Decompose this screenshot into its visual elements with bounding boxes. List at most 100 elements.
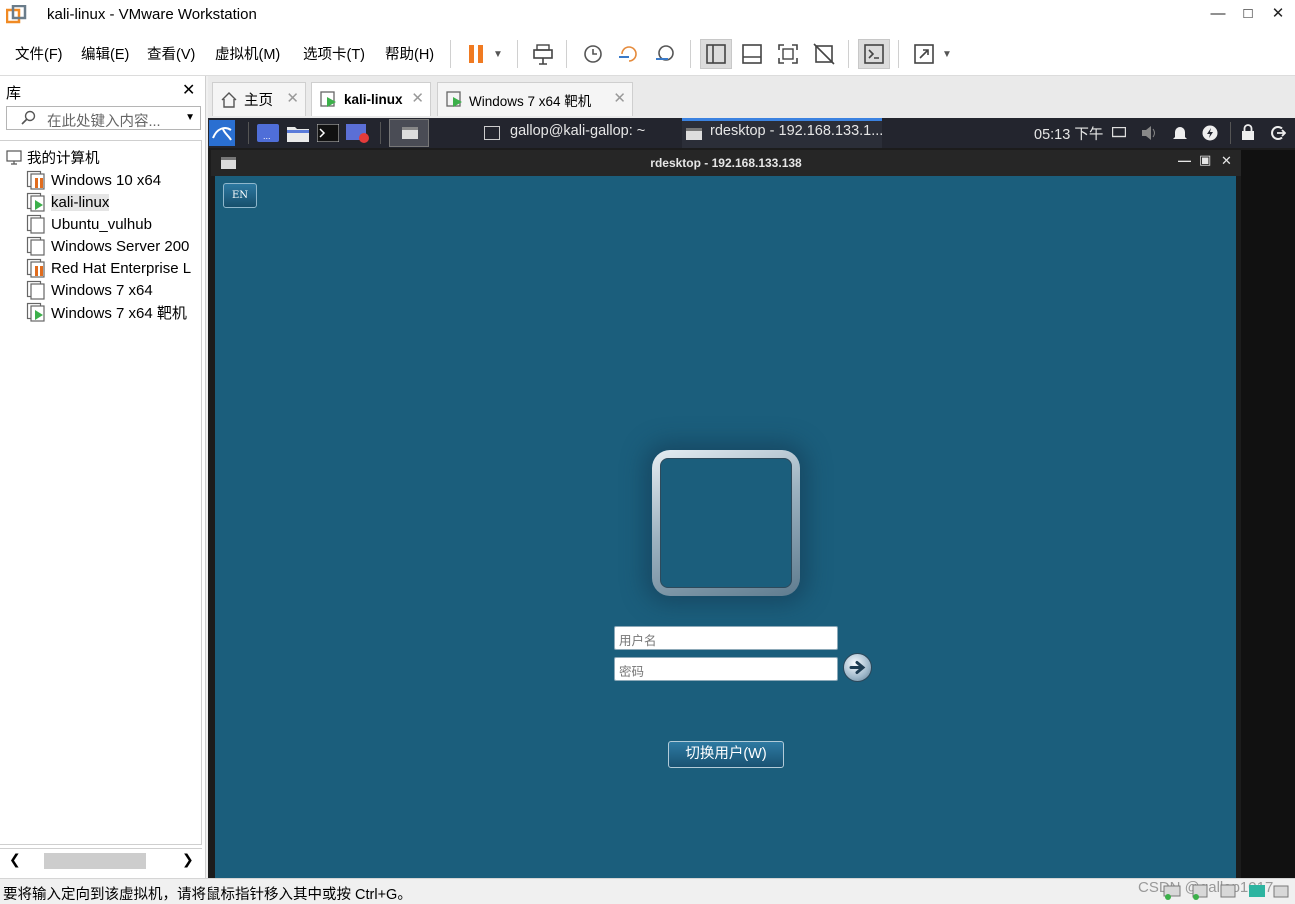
workspace-switcher[interactable] (389, 119, 429, 147)
network-status-icon[interactable] (1162, 883, 1184, 901)
vm-console[interactable]: ... gallop@kali-gallop: ~ rdesktop - 192… (208, 118, 1295, 878)
minimize-button[interactable]: — (1208, 4, 1228, 24)
snapshot-clock-icon (584, 45, 602, 63)
full-screen-button[interactable] (772, 39, 804, 69)
window-title: kali-linux - VMware Workstation (47, 6, 257, 23)
library-close-icon[interactable]: ✕ (182, 80, 195, 100)
computer-icon (6, 149, 22, 165)
search-placeholder: 在此处键入内容... (47, 114, 161, 130)
library-panel: 库 ✕ 在此处键入内容... ▼ 我的计算机 Windows 10 x64 kal… (0, 76, 206, 878)
lock-icon[interactable] (1241, 124, 1255, 140)
rdesktop-titlebar[interactable]: rdesktop - 192.168.133.138 — ▣ ✕ (211, 150, 1241, 176)
terminal-app-icon[interactable] (317, 124, 339, 142)
arrow-right-icon (849, 661, 866, 674)
stretch-guest-button[interactable] (908, 39, 940, 69)
rdesktop-window[interactable]: rdesktop - 192.168.133.138 — ▣ ✕ EN 用户名 … (211, 150, 1241, 878)
logout-icon[interactable] (1270, 125, 1286, 141)
send-ctrl-alt-del-button[interactable] (527, 39, 559, 69)
display-status-icon[interactable] (1246, 883, 1268, 901)
taskbar-terminal[interactable]: gallop@kali-gallop: ~ (463, 118, 673, 148)
library-search-input[interactable]: 在此处键入内容... ▼ (6, 106, 201, 130)
window-small-icon (686, 128, 702, 140)
chevron-down-icon[interactable]: ▼ (185, 112, 195, 123)
message-status-icon[interactable] (1272, 883, 1290, 901)
menu-file[interactable]: 文件(F) (15, 43, 63, 64)
menu-toolbar: 文件(F) 编辑(E) 查看(V) 虚拟机(M) 选项卡(T) 帮助(H) ▼ … (0, 32, 1295, 76)
keyboard-icon (533, 44, 553, 65)
maximize-button[interactable]: □ (1238, 4, 1258, 24)
menu-view[interactable]: 查看(V) (147, 43, 195, 64)
vm-list-item[interactable]: Windows 7 x64 (26, 279, 153, 301)
vm-name: Red Hat Enterprise L (51, 259, 192, 277)
kali-dragon-icon[interactable] (209, 120, 235, 146)
notification-bell-icon[interactable] (1172, 125, 1188, 141)
scroll-right-icon[interactable]: ❯ (182, 851, 194, 868)
show-desktop-icon[interactable]: ... (257, 124, 279, 142)
rdesktop-maximize-icon[interactable]: ▣ (1199, 152, 1211, 168)
tab-home[interactable]: 主页 ✕ (212, 82, 306, 116)
username-field[interactable]: 用户名 (614, 626, 838, 650)
power-dropdown[interactable]: ▼ (488, 39, 508, 69)
tab-close-icon[interactable]: ✕ (613, 89, 626, 107)
vm-running-icon (320, 90, 336, 107)
tree-root-my-computer[interactable]: 我的计算机 (6, 147, 100, 168)
menu-edit[interactable]: 编辑(E) (81, 43, 129, 64)
vm-list-item[interactable]: Red Hat Enterprise L (26, 257, 191, 279)
chevron-down-icon: ▼ (942, 48, 952, 60)
tab-kali-linux[interactable]: kali-linux ✕ (311, 82, 431, 116)
taskbar-rdesktop-label: rdesktop - 192.168.133.1... (710, 123, 884, 139)
menu-help[interactable]: 帮助(H) (385, 43, 434, 64)
menu-vm[interactable]: 虚拟机(M) (215, 43, 280, 64)
tab-windows7-target[interactable]: Windows 7 x64 靶机 ✕ (437, 82, 633, 116)
vm-list-item[interactable]: kali-linux (26, 191, 110, 213)
scrollbar-thumb[interactable] (44, 853, 146, 869)
console-view-button[interactable] (858, 39, 890, 69)
power-manager-icon[interactable] (1202, 125, 1218, 141)
tab-close-icon[interactable]: ✕ (286, 89, 299, 107)
vm-running-icon (26, 302, 45, 322)
vm-name: Windows 7 x64 靶机 (51, 304, 187, 322)
close-button[interactable]: ✕ (1268, 4, 1288, 24)
vm-list-item[interactable]: Windows 7 x64 靶机 (26, 301, 187, 323)
rdesktop-close-icon[interactable]: ✕ (1221, 153, 1232, 169)
library-horizontal-scrollbar[interactable]: ❮ ❯ (0, 848, 202, 872)
vm-suspended-icon (26, 170, 45, 190)
input-language-button[interactable]: EN (223, 183, 257, 208)
usb-status-icon[interactable] (1190, 883, 1212, 901)
sound-status-icon[interactable] (1218, 883, 1240, 901)
snapshot-manager-icon (656, 45, 674, 61)
tab-close-icon[interactable]: ✕ (411, 89, 424, 107)
login-submit-button[interactable] (843, 653, 872, 682)
menu-tabs[interactable]: 选项卡(T) (303, 43, 365, 64)
switch-user-button[interactable]: 切换用户(W) (668, 741, 784, 768)
vm-list-item[interactable]: Ubuntu_vulhub (26, 213, 152, 235)
windows-logon-screen[interactable]: EN 用户名 密码 切换用户(W) (215, 176, 1236, 878)
snapshot-manager-button[interactable] (649, 39, 681, 69)
revert-snapshot-button[interactable] (613, 39, 645, 69)
thumbnail-bar-button[interactable] (736, 39, 768, 69)
show-library-button[interactable] (700, 39, 732, 69)
vm-name: kali-linux (51, 193, 110, 211)
title-bar: kali-linux - VMware Workstation — □ ✕ (0, 0, 1295, 32)
panel-clock[interactable]: 05:13 下午 (1034, 123, 1103, 144)
snapshot-button[interactable] (577, 39, 609, 69)
tab-home-label: 主页 (244, 93, 273, 109)
display-icon[interactable] (1112, 127, 1126, 139)
screen-recorder-icon[interactable] (346, 123, 370, 143)
vm-list-item[interactable]: Windows Server 200 (26, 235, 189, 257)
user-avatar-frame (652, 450, 800, 596)
bottom-panel-icon (742, 44, 762, 64)
kali-top-panel: ... gallop@kali-gallop: ~ rdesktop - 192… (208, 118, 1295, 148)
scroll-left-icon[interactable]: ❮ (9, 851, 21, 868)
volume-icon[interactable] (1141, 125, 1159, 141)
rdesktop-minimize-icon[interactable]: — (1178, 153, 1191, 168)
vm-list-item[interactable]: Windows 10 x64 (26, 169, 161, 191)
tab-win7-label: Windows 7 x64 靶机 (469, 93, 592, 109)
vm-suspended-icon (26, 258, 45, 278)
vm-name: Windows 7 x64 (51, 281, 153, 299)
stretch-dropdown[interactable]: ▼ (937, 39, 957, 69)
taskbar-rdesktop[interactable]: rdesktop - 192.168.133.1... (682, 118, 884, 148)
file-manager-icon[interactable] (287, 124, 309, 142)
unity-button[interactable] (808, 39, 840, 69)
password-field[interactable]: 密码 (614, 657, 838, 681)
